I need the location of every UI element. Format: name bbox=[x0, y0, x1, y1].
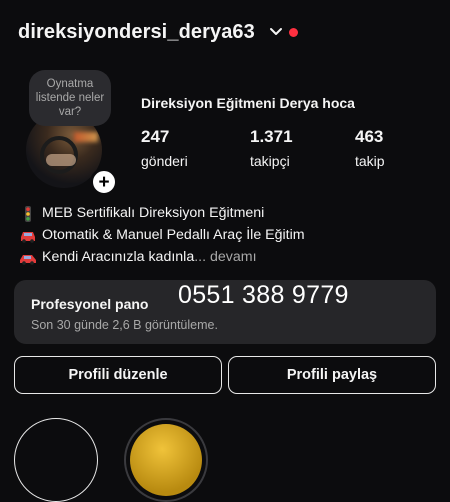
dashboard-subtitle: Son 30 günde 2,6 B görüntüleme. bbox=[31, 318, 218, 332]
note-text: Oynatma listende neler var? bbox=[35, 78, 105, 118]
stat-following[interactable]: 463 takip bbox=[355, 127, 385, 169]
note-bubble[interactable]: Oynatma listende neler var? bbox=[29, 70, 111, 126]
stat-value: 463 bbox=[355, 127, 384, 146]
stat-value: 1.371 bbox=[250, 127, 293, 146]
profile-header: direksiyondersi_derya63 bbox=[18, 17, 432, 47]
add-story-button[interactable]: + bbox=[90, 168, 118, 196]
bio-more-link[interactable]: devamı bbox=[210, 246, 257, 268]
display-name: Direksiyon Eğitmeni Derya hoca bbox=[141, 95, 355, 111]
stat-label: takip bbox=[355, 153, 385, 169]
bio-text: Otomatik & Manuel Pedallı Araç İle Eğiti… bbox=[42, 227, 305, 243]
bio-line: Otomatik & Manuel Pedallı Araç İle Eğiti… bbox=[19, 224, 440, 246]
username[interactable]: direksiyondersi_derya63 bbox=[18, 21, 255, 44]
notification-dot bbox=[288, 27, 298, 37]
stat-label: takipçi bbox=[250, 153, 290, 169]
plus-icon: + bbox=[98, 171, 110, 193]
car-icon bbox=[19, 228, 37, 243]
bio-line: MEB Sertifikalı Direksiyon Eğitmeni bbox=[19, 202, 440, 224]
bio-ellipsis: ... bbox=[194, 249, 207, 265]
traffic-light-icon bbox=[19, 206, 37, 222]
edit-profile-button[interactable]: Profili düzenle bbox=[14, 356, 222, 394]
bio-text: Kendi Aracınızla kadınla bbox=[42, 249, 195, 265]
car-icon bbox=[19, 250, 37, 265]
stat-label: gönderi bbox=[141, 153, 188, 169]
phone-number-overlay: 0551 388 9779 bbox=[178, 281, 349, 309]
bio-text: MEB Sertifikalı Direksiyon Eğitmeni bbox=[42, 205, 265, 221]
bio-line: Kendi Aracınızla kadınla... devamı bbox=[19, 246, 440, 268]
chevron-down-icon[interactable] bbox=[269, 25, 283, 39]
highlight-cover bbox=[130, 424, 202, 496]
dashboard-title: Profesyonel pano bbox=[31, 296, 149, 312]
stat-posts[interactable]: 247 gönderi bbox=[141, 127, 188, 169]
story-highlight[interactable] bbox=[124, 418, 208, 502]
new-highlight-button[interactable] bbox=[14, 418, 98, 502]
stat-followers[interactable]: 1.371 takipçi bbox=[250, 127, 293, 169]
stat-value: 247 bbox=[141, 127, 170, 146]
share-profile-button[interactable]: Profili paylaş bbox=[228, 356, 436, 394]
bio: MEB Sertifikalı Direksiyon Eğitmeni Otom… bbox=[19, 202, 440, 268]
